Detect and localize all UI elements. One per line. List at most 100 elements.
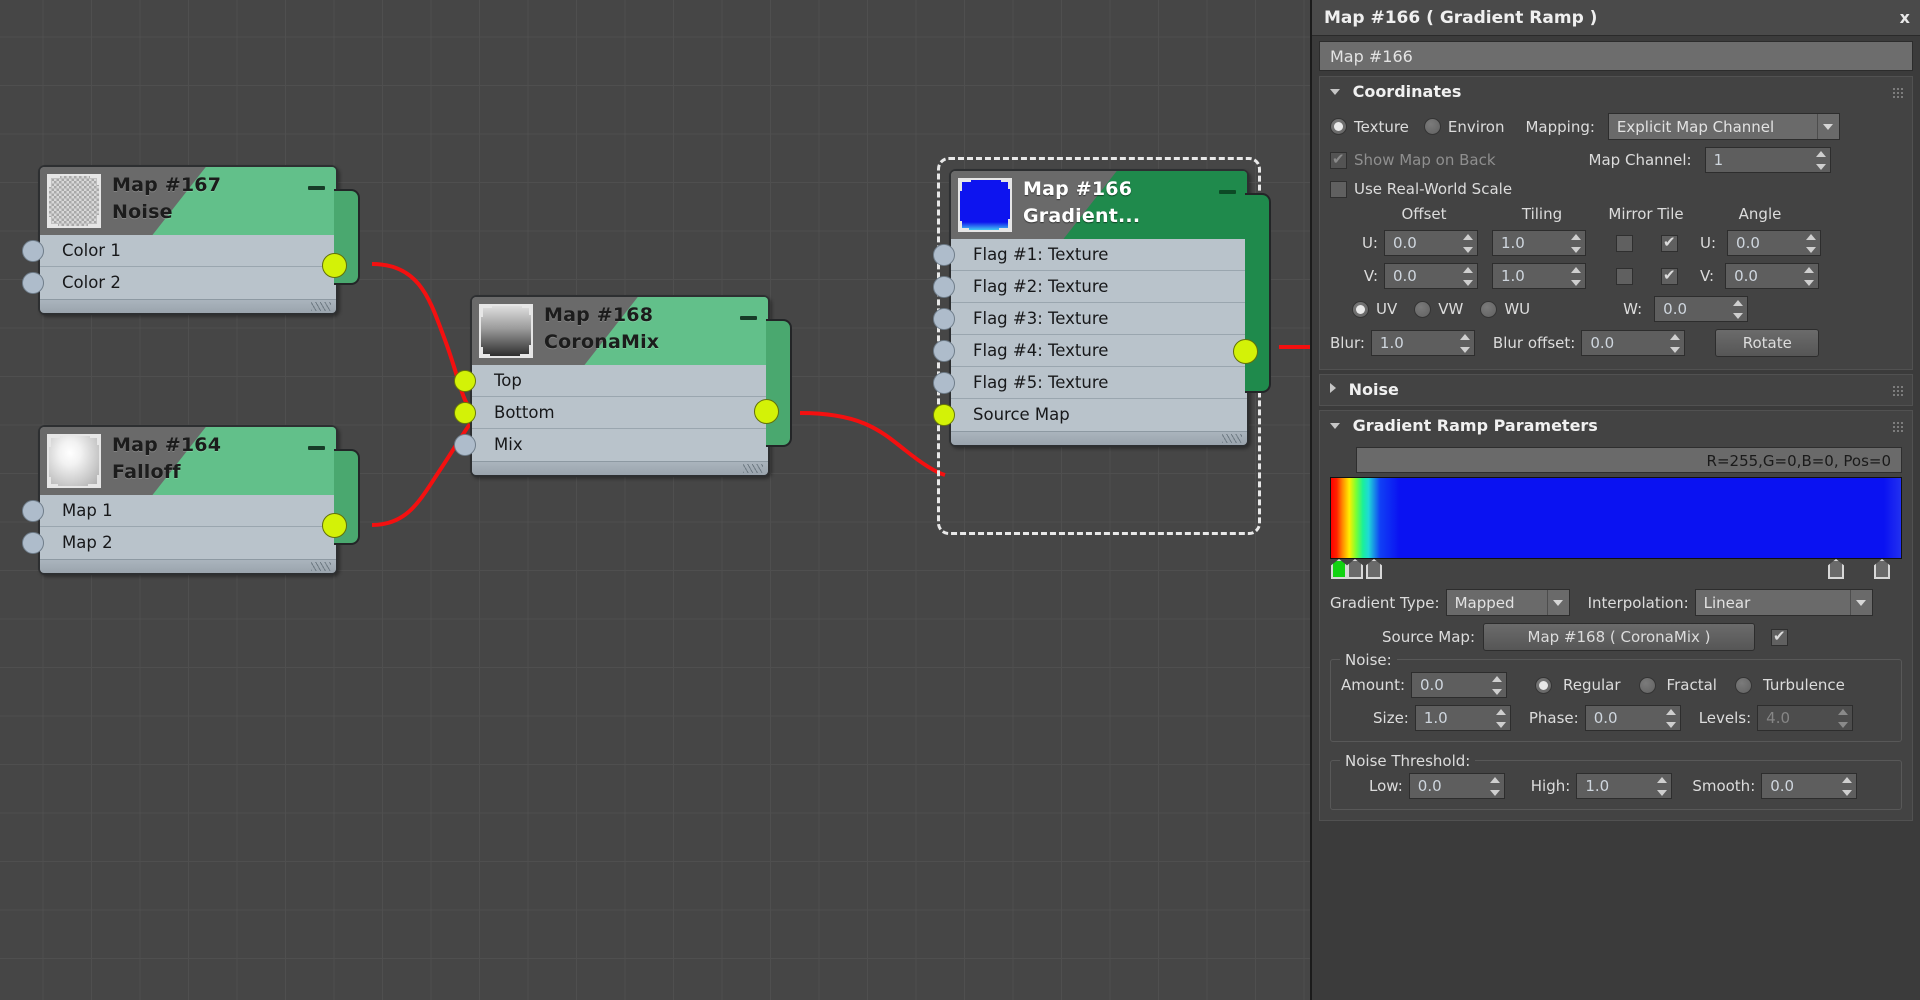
radio-texture[interactable] [1330, 118, 1347, 135]
grip-icon[interactable] [1892, 87, 1903, 98]
tiling-v-spinner[interactable]: 1.0 [1492, 263, 1586, 289]
port-socket-icon[interactable] [454, 370, 476, 392]
port-bottom[interactable]: Bottom [454, 397, 768, 429]
port-flag-2-texture[interactable]: Flag #2: Texture [933, 271, 1247, 303]
node-header[interactable]: Map #167 Noise [40, 167, 336, 235]
coronamix-thumbnail[interactable] [479, 304, 533, 358]
radio-vw[interactable] [1414, 300, 1432, 318]
node-map-164-falloff[interactable]: Map #164 Falloff Map 1 Map 2 [22, 425, 360, 575]
grip-icon[interactable] [1892, 421, 1903, 432]
node-resize-handle[interactable] [472, 461, 768, 475]
noise-thumbnail[interactable] [47, 174, 101, 228]
checkbox-mirror-v[interactable] [1616, 267, 1633, 285]
chevron-down-icon[interactable] [1546, 590, 1569, 615]
map-channel-spinner[interactable]: 1 [1704, 147, 1831, 173]
port-socket-icon[interactable] [22, 240, 44, 262]
node-resize-handle[interactable] [40, 559, 336, 573]
node-graph-canvas[interactable]: Map #167 Noise Color 1 Color 2 Map #164 … [0, 0, 1310, 1000]
port-source-map[interactable]: Source Map [933, 399, 1247, 431]
gradient-ramp-bar[interactable] [1330, 477, 1902, 559]
checkbox-source-map-enabled[interactable] [1771, 627, 1788, 646]
spinner-arrows-icon[interactable] [1841, 777, 1853, 796]
blur-spinner[interactable]: 1.0 [1370, 330, 1475, 356]
node-map-168-coronamix[interactable]: Map #168 CoronaMix Top Bottom Mix [454, 295, 792, 477]
node-map-166-gradient-ramp[interactable]: Map #166 Gradient... Flag #1: Texture Fl… [933, 169, 1271, 447]
spinner-arrows-icon[interactable] [1462, 267, 1473, 286]
output-socket-icon[interactable] [322, 513, 347, 538]
source-map-button[interactable]: Map #168 ( CoronaMix ) [1483, 623, 1755, 651]
gradient-type-dropdown[interactable]: Mapped [1445, 589, 1570, 616]
port-socket-icon[interactable] [933, 372, 955, 394]
spinner-arrows-icon[interactable] [1665, 709, 1676, 728]
noise-amount-spinner[interactable]: 0.0 [1411, 672, 1507, 698]
gradient-flag-3[interactable] [1366, 559, 1382, 579]
falloff-thumbnail[interactable] [47, 434, 101, 488]
node-output-tab[interactable] [322, 189, 360, 285]
rollout-coordinates-header[interactable]: Coordinates [1320, 77, 1912, 107]
output-socket-icon[interactable] [1233, 339, 1258, 364]
port-flag-1-texture[interactable]: Flag #1: Texture [933, 239, 1247, 271]
tiling-u-spinner[interactable]: 1.0 [1492, 230, 1586, 256]
gradient-flag-1[interactable] [1331, 559, 1347, 579]
close-icon[interactable]: x [1900, 0, 1910, 36]
checkbox-mirror-u[interactable] [1616, 234, 1633, 252]
spinner-arrows-icon[interactable] [1837, 709, 1849, 728]
collapse-icon[interactable] [308, 186, 325, 190]
collapse-icon[interactable] [740, 316, 757, 320]
angle-w-spinner[interactable]: 0.0 [1654, 296, 1749, 322]
noise-phase-spinner[interactable]: 0.0 [1584, 705, 1681, 731]
port-socket-icon[interactable] [933, 276, 955, 298]
grip-icon[interactable] [1892, 385, 1903, 396]
angle-v-spinner[interactable]: 0.0 [1725, 263, 1820, 289]
port-socket-icon[interactable] [933, 308, 955, 330]
radio-environ[interactable] [1423, 118, 1441, 135]
radio-uv[interactable] [1352, 300, 1369, 318]
rotate-button[interactable]: Rotate [1715, 329, 1820, 357]
node-resize-handle[interactable] [951, 431, 1247, 445]
radio-noise-fractal[interactable] [1638, 676, 1656, 694]
port-top[interactable]: Top [454, 365, 768, 397]
collapse-icon[interactable] [1219, 190, 1236, 194]
spinner-arrows-icon[interactable] [1732, 300, 1744, 319]
spinner-arrows-icon[interactable] [1656, 777, 1668, 796]
port-flag-3-texture[interactable]: Flag #3: Texture [933, 303, 1247, 335]
node-resize-handle[interactable] [40, 299, 336, 313]
node-output-tab[interactable] [322, 449, 360, 545]
spinner-arrows-icon[interactable] [1491, 676, 1502, 695]
node-header[interactable]: Map #166 Gradient... [951, 171, 1247, 239]
checkbox-tile-u[interactable] [1661, 233, 1678, 252]
port-socket-icon[interactable] [22, 532, 44, 554]
port-map-2[interactable]: Map 2 [22, 527, 336, 559]
checkbox-tile-v[interactable] [1661, 266, 1678, 285]
collapse-icon[interactable] [308, 446, 325, 450]
spinner-arrows-icon[interactable] [1815, 151, 1826, 170]
radio-noise-turbulence[interactable] [1734, 676, 1752, 694]
rollout-noise-header[interactable]: Noise [1320, 375, 1912, 405]
noise-size-spinner[interactable]: 1.0 [1414, 705, 1511, 731]
spinner-arrows-icon[interactable] [1570, 267, 1581, 286]
gradient-flag-5[interactable] [1874, 559, 1890, 579]
noise-levels-spinner[interactable]: 4.0 [1757, 705, 1854, 731]
spinner-arrows-icon[interactable] [1669, 334, 1681, 353]
port-socket-icon[interactable] [933, 244, 955, 266]
gradient-flag-4[interactable] [1828, 559, 1844, 579]
node-output-tab[interactable] [754, 319, 792, 447]
port-color-2[interactable]: Color 2 [22, 267, 336, 299]
port-socket-icon[interactable] [933, 404, 955, 426]
threshold-low-spinner[interactable]: 0.0 [1408, 773, 1505, 799]
port-socket-icon[interactable] [454, 434, 476, 456]
port-flag-4-texture[interactable]: Flag #4: Texture [933, 335, 1247, 367]
spinner-arrows-icon[interactable] [1803, 267, 1815, 286]
angle-u-spinner[interactable]: 0.0 [1727, 230, 1822, 256]
mapping-dropdown[interactable]: Explicit Map Channel [1607, 113, 1840, 140]
checkbox-use-real-world-scale[interactable] [1330, 180, 1347, 198]
rollout-gradient-ramp-header[interactable]: Gradient Ramp Parameters [1320, 411, 1912, 441]
chevron-down-icon[interactable] [1816, 114, 1839, 139]
port-map-1[interactable]: Map 1 [22, 495, 336, 527]
offset-u-spinner[interactable]: 0.0 [1384, 230, 1478, 256]
spinner-arrows-icon[interactable] [1805, 234, 1817, 253]
node-output-tab[interactable] [1233, 193, 1271, 393]
node-map-167-noise[interactable]: Map #167 Noise Color 1 Color 2 [22, 165, 360, 315]
port-socket-icon[interactable] [22, 272, 44, 294]
spinner-arrows-icon[interactable] [1462, 234, 1473, 253]
